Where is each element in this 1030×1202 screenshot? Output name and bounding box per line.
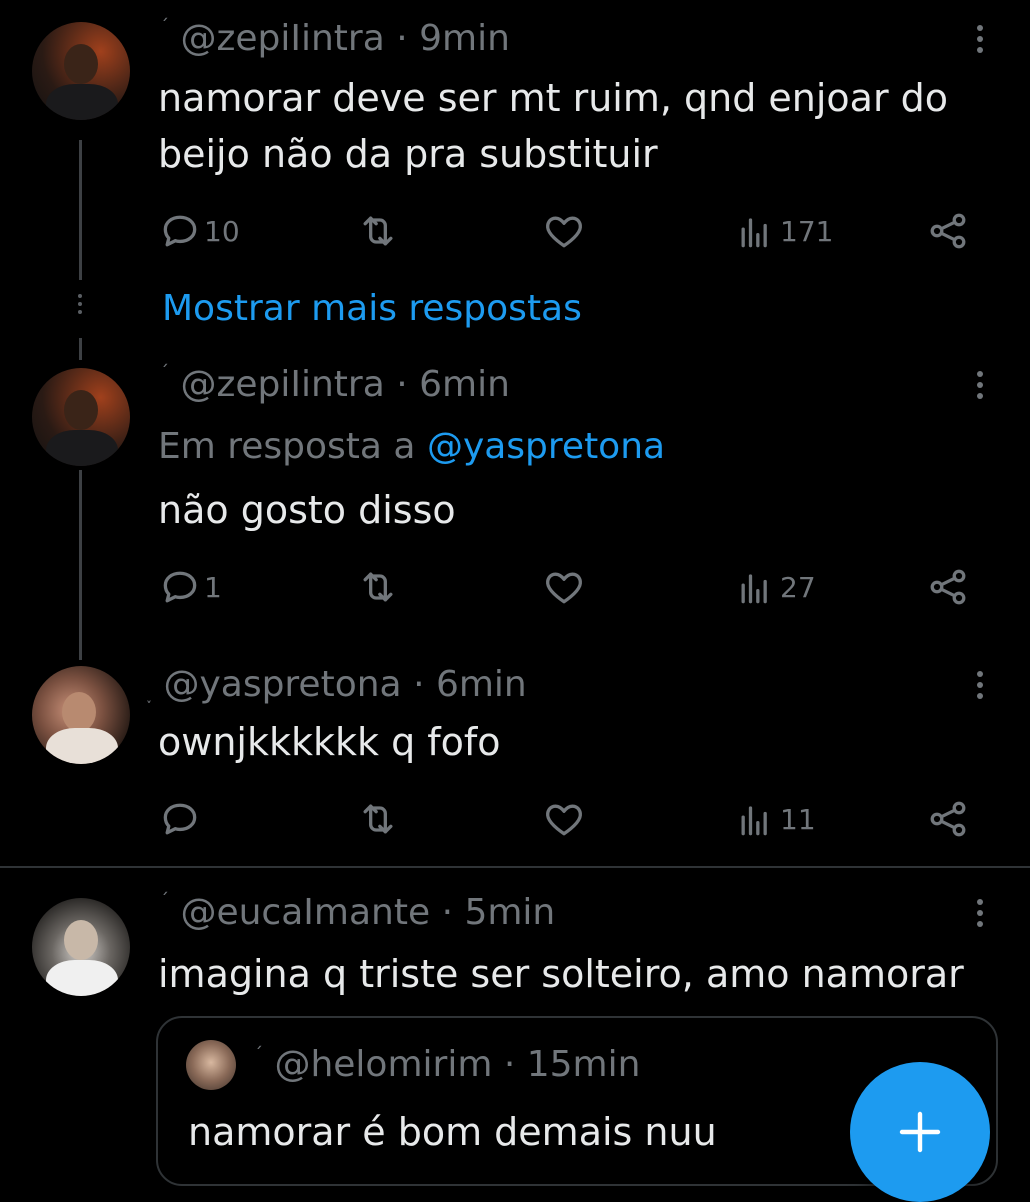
views-button[interactable]: 27: [734, 562, 816, 612]
reply-to-mention[interactable]: @yaspretona: [427, 426, 665, 467]
reply-to-label: Em resposta a: [158, 426, 416, 467]
retweet-button[interactable]: [356, 206, 400, 256]
share-button[interactable]: [926, 206, 970, 256]
tweet-actions: 1 27: [0, 562, 1030, 612]
share-button[interactable]: [926, 562, 970, 612]
reply-icon: [163, 571, 197, 603]
divider: [0, 866, 1030, 868]
compose-plus-icon: [899, 1111, 941, 1153]
tweet[interactable]: ´ @zepiIintra · 6min Em resposta a @yasp…: [0, 350, 1030, 650]
views-icon: [741, 218, 767, 248]
views-count: 171: [780, 214, 834, 248]
more-icon[interactable]: [970, 20, 990, 60]
views-count: 27: [780, 570, 816, 604]
compose-button[interactable]: [850, 1062, 990, 1202]
quoted-timestamp: · 15min: [503, 1044, 641, 1085]
reply-context: Em resposta a @yaspretona: [158, 426, 665, 467]
name-glyph: ´: [254, 1044, 263, 1065]
quoted-avatar: [186, 1040, 236, 1090]
quoted-handle: @helomirim: [274, 1044, 493, 1085]
avatar[interactable]: [32, 666, 130, 764]
retweet-button[interactable]: [356, 562, 400, 612]
views-count: 11: [780, 802, 816, 836]
name-glyph: ˯: [146, 684, 152, 705]
name-glyph: ´: [160, 890, 169, 911]
timestamp[interactable]: · 5min: [442, 892, 556, 933]
reply-icon: [163, 803, 197, 835]
reply-button[interactable]: 1: [158, 562, 222, 612]
reply-icon: [163, 215, 197, 247]
share-icon: [930, 213, 966, 249]
views-icon: [741, 574, 767, 604]
retweet-icon: [363, 572, 393, 602]
reply-count: 10: [204, 214, 240, 248]
views-button[interactable]: 171: [734, 206, 833, 256]
retweet-icon: [363, 216, 393, 246]
share-icon: [930, 801, 966, 837]
reply-button[interactable]: [158, 794, 202, 844]
tweet-header: ´ @zepiIintra · 9min: [160, 16, 510, 59]
timestamp[interactable]: · 9min: [396, 18, 510, 59]
like-button[interactable]: [542, 562, 586, 612]
avatar[interactable]: [32, 22, 130, 120]
timestamp[interactable]: · 6min: [413, 664, 527, 705]
tweet-actions: 10 171: [0, 206, 1030, 256]
timestamp[interactable]: · 6min: [396, 364, 510, 405]
user-handle[interactable]: @zepiIintra: [180, 18, 384, 59]
name-glyph: ´: [160, 16, 169, 37]
retweet-icon: [363, 804, 393, 834]
user-handle[interactable]: @zepiIintra: [180, 364, 384, 405]
like-button[interactable]: [542, 206, 586, 256]
tweet-header: ˯ @yaspretona · 6min: [146, 664, 527, 705]
user-handle[interactable]: @yaspretona: [163, 664, 401, 705]
avatar[interactable]: [32, 368, 130, 466]
tweet-text: imagina q triste ser solteiro, amo namor…: [158, 952, 964, 996]
like-icon: [546, 216, 582, 248]
thread-gap-dots: [74, 290, 86, 330]
user-handle[interactable]: @eucaImante: [180, 892, 430, 933]
more-icon[interactable]: [970, 666, 990, 706]
more-icon[interactable]: [970, 894, 990, 934]
quoted-header: ´ @helomirim · 15min: [254, 1044, 640, 1085]
tweet-text: não gosto disso: [158, 488, 456, 532]
reply-count: 1: [204, 570, 222, 604]
tweet-text: ownjkkkkkk q fofo: [158, 720, 501, 764]
like-icon: [546, 572, 582, 604]
tweet[interactable]: ´ @zepiIintra · 9min namorar deve ser mt…: [0, 0, 1030, 290]
name-glyph: ´: [160, 362, 169, 383]
views-icon: [741, 806, 767, 836]
quoted-text: namorar é bom demais nuu: [188, 1110, 717, 1154]
like-button[interactable]: [542, 794, 586, 844]
tweet-actions: 11: [0, 794, 1030, 844]
views-button[interactable]: 11: [734, 794, 816, 844]
share-icon: [930, 569, 966, 605]
more-icon[interactable]: [970, 366, 990, 406]
tweet-header: ´ @zepiIintra · 6min: [160, 362, 510, 405]
tweet-header: ´ @eucaImante · 5min: [160, 890, 556, 933]
like-icon: [546, 804, 582, 836]
avatar[interactable]: [32, 898, 130, 996]
tweet[interactable]: ˯ @yaspretona · 6min ownjkkkkkk q fofo 1…: [0, 650, 1030, 860]
retweet-button[interactable]: [356, 794, 400, 844]
show-more-replies-link[interactable]: Mostrar mais respostas: [162, 288, 582, 329]
reply-button[interactable]: 10: [158, 206, 240, 256]
tweet-text: namorar deve ser mt ruim, qnd enjoar do …: [158, 76, 949, 176]
share-button[interactable]: [926, 794, 970, 844]
